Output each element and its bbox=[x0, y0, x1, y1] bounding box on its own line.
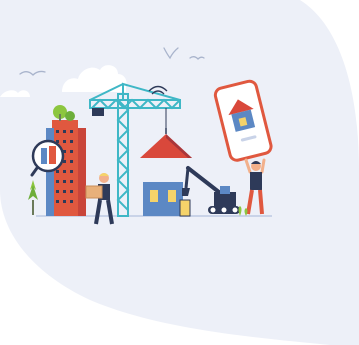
crane-counterweight bbox=[92, 108, 104, 116]
illustration-canvas bbox=[0, 0, 359, 345]
house-blue bbox=[143, 182, 191, 217]
construction-illustration bbox=[0, 0, 359, 345]
